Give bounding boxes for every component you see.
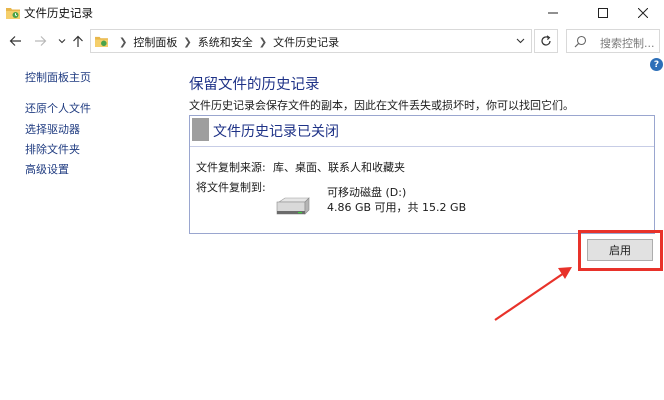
chevron-down-icon: [58, 39, 66, 44]
search-input[interactable]: 搜索控制...: [600, 35, 655, 51]
status-text: 文件历史记录已关闭: [213, 124, 339, 140]
sidebar-item-restore-files[interactable]: 还原个人文件: [25, 100, 91, 116]
file-history-folder-icon: [95, 36, 108, 47]
annotation-highlight-box: [578, 230, 663, 271]
refresh-button[interactable]: [534, 29, 558, 53]
sidebar-item-advanced-settings[interactable]: 高级设置: [25, 161, 69, 177]
status-header: 文件历史记录已关闭: [190, 116, 654, 144]
search-icon: [574, 35, 587, 48]
search-box[interactable]: 搜索控制...: [566, 29, 660, 53]
navigation-bar: ❯ 控制面板 ❯ 系统和安全 ❯ 文件历史记录 搜索控制...: [0, 26, 664, 56]
close-icon: [638, 8, 648, 18]
divider: [190, 146, 654, 147]
chevron-down-icon: [516, 38, 524, 44]
file-history-status-panel: 文件历史记录已关闭 文件复制来源: 库、桌面、联系人和收藏夹 将文件复制到: 可…: [189, 115, 655, 234]
breadcrumb-item-file-history[interactable]: 文件历史记录: [273, 34, 339, 50]
drive-name: 可移动磁盘 (D:): [327, 186, 407, 199]
maximize-button[interactable]: [580, 0, 626, 26]
forward-button[interactable]: [31, 32, 49, 50]
minimize-button[interactable]: [530, 0, 576, 26]
address-dropdown-button[interactable]: [513, 33, 527, 49]
back-button[interactable]: [6, 32, 24, 50]
target-label: 将文件复制到:: [196, 181, 266, 194]
up-button[interactable]: [70, 32, 86, 50]
removable-drive-icon: [276, 197, 310, 215]
arrow-left-icon: [9, 36, 21, 46]
source-value: 库、桌面、联系人和收藏夹: [273, 161, 405, 174]
minimize-icon: [548, 12, 558, 14]
title-bar: 文件历史记录: [0, 0, 664, 26]
chevron-right-icon[interactable]: ❯: [183, 37, 191, 48]
file-history-folder-icon: [6, 8, 20, 19]
arrow-right-icon: [34, 36, 46, 46]
breadcrumb: ❯ 控制面板 ❯ 系统和安全 ❯ 文件历史记录: [113, 34, 339, 50]
sidebar-item-exclude-folders[interactable]: 排除文件夹: [25, 141, 80, 157]
page-description: 文件历史记录会保存文件的副本，因此在文件丢失或损坏时，你可以找回它们。: [189, 99, 574, 112]
help-button[interactable]: ?: [650, 58, 663, 71]
breadcrumb-item-system-security[interactable]: 系统和安全: [198, 34, 253, 50]
sidebar-item-select-drive[interactable]: 选择驱动器: [25, 121, 80, 137]
refresh-icon: [541, 35, 551, 46]
sidebar-item-control-panel-home[interactable]: 控制面板主页: [25, 69, 91, 85]
status-indicator: [192, 118, 209, 141]
maximize-icon: [598, 8, 608, 18]
recent-locations-button[interactable]: [57, 32, 67, 50]
close-button[interactable]: [622, 0, 664, 26]
drive-space: 4.86 GB 可用，共 15.2 GB: [327, 201, 467, 214]
window-title: 文件历史记录: [24, 6, 93, 20]
breadcrumb-item-control-panel[interactable]: 控制面板: [133, 34, 177, 50]
arrow-up-icon: [73, 35, 83, 47]
source-label: 文件复制来源:: [196, 161, 266, 174]
chevron-right-icon[interactable]: ❯: [259, 37, 267, 48]
page-title: 保留文件的历史记录: [189, 77, 320, 93]
chevron-right-icon: ❯: [119, 36, 128, 48]
address-bar[interactable]: ❯ 控制面板 ❯ 系统和安全 ❯ 文件历史记录: [90, 29, 532, 53]
